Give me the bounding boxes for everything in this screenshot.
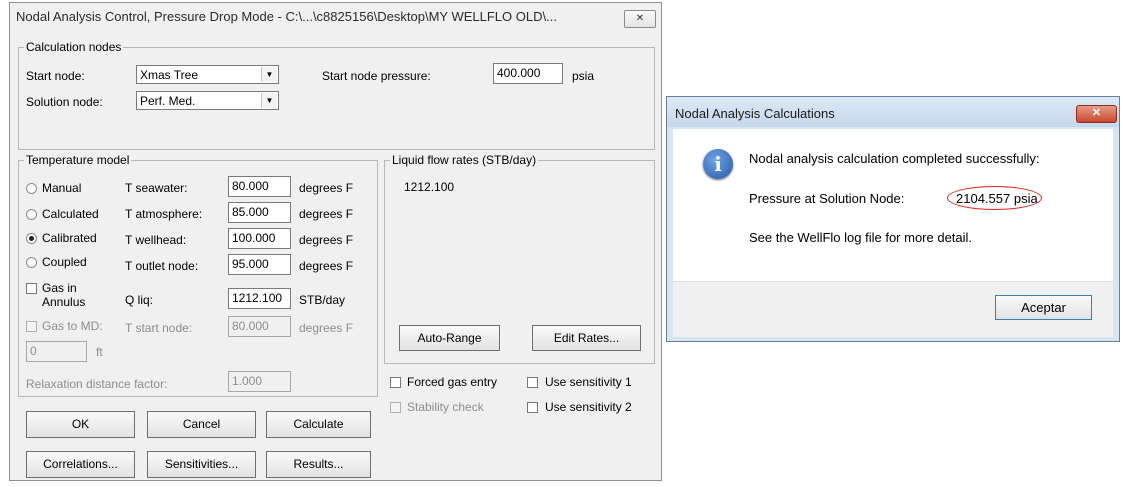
- radio-coupled-label: Coupled: [42, 255, 87, 269]
- close-button[interactable]: ✕: [624, 10, 656, 28]
- pressure-highlight-ellipse: [947, 186, 1042, 210]
- use-sensitivity-1-checkbox[interactable]: [527, 377, 538, 388]
- q-liq-input[interactable]: 1212.100: [228, 288, 291, 309]
- gas-to-md-input[interactable]: 0: [26, 341, 87, 362]
- q-liq-label: Q liq:: [125, 293, 154, 307]
- t-atmosphere-unit: degrees F: [299, 207, 354, 221]
- title-bar: Nodal Analysis Control, Pressure Drop Mo…: [10, 3, 661, 29]
- use-sensitivity-1-label: Use sensitivity 1: [545, 375, 632, 389]
- radio-calculated-label: Calculated: [42, 207, 99, 221]
- forced-gas-entry-checkbox[interactable]: [390, 377, 401, 388]
- gas-to-md-checkbox[interactable]: [26, 321, 37, 332]
- nodal-analysis-control-dialog: Nodal Analysis Control, Pressure Drop Mo…: [9, 2, 662, 481]
- start-node-label: Start node:: [26, 69, 85, 83]
- ok-button[interactable]: OK: [26, 411, 135, 438]
- chevron-down-icon: ▼: [261, 67, 277, 82]
- start-pressure-unit: psia: [572, 69, 595, 83]
- stability-check-label: Stability check: [407, 400, 484, 414]
- pressure-label: Pressure at Solution Node:: [749, 191, 905, 206]
- gas-in-annulus-checkbox[interactable]: [26, 283, 37, 294]
- cancel-button[interactable]: Cancel: [147, 411, 256, 438]
- calculate-button[interactable]: Calculate: [266, 411, 371, 438]
- gas-to-md-unit: ft: [96, 345, 103, 359]
- t-seawater-unit: degrees F: [299, 181, 354, 195]
- flow-rate-item[interactable]: 1212.100: [404, 180, 454, 194]
- button-bar: Aceptar: [673, 281, 1113, 337]
- t-outlet-node-input[interactable]: 95.000: [228, 254, 291, 275]
- t-atmosphere-input[interactable]: 85.000: [228, 202, 291, 223]
- solution-node-label: Solution node:: [26, 95, 103, 109]
- start-node-pressure-label: Start node pressure:: [322, 69, 431, 83]
- solution-node-select[interactable]: Perf. Med. ▼: [136, 91, 279, 110]
- calculation-nodes-label: Calculation nodes: [24, 40, 124, 54]
- completion-message: Nodal analysis calculation completed suc…: [749, 151, 1040, 166]
- relaxation-label: Relaxation distance factor:: [26, 377, 168, 391]
- t-outlet-node-unit: degrees F: [299, 259, 354, 273]
- t-start-node-label: T start node:: [125, 321, 193, 335]
- info-icon: i: [703, 149, 733, 179]
- use-sensitivity-2-checkbox[interactable]: [527, 402, 538, 413]
- t-start-node-unit: degrees F: [299, 321, 354, 335]
- radio-calibrated-label: Calibrated: [42, 231, 97, 245]
- t-outlet-node-label: T outlet node:: [125, 259, 199, 273]
- temperature-model-label: Temperature model: [24, 153, 132, 167]
- radio-manual-label: Manual: [42, 181, 82, 195]
- radio-manual[interactable]: [26, 183, 37, 194]
- stability-check-checkbox[interactable]: [390, 402, 401, 413]
- dialog-title: Nodal Analysis Calculations: [675, 106, 835, 121]
- start-node-pressure-input[interactable]: 400.000: [493, 63, 563, 84]
- t-wellhead-input[interactable]: 100.000: [228, 228, 291, 249]
- gas-to-md-label: Gas to MD:: [42, 319, 103, 333]
- nodal-analysis-calculations-dialog: Nodal Analysis Calculations ✕ i Nodal an…: [666, 96, 1120, 342]
- radio-coupled[interactable]: [26, 257, 37, 268]
- start-node-select[interactable]: Xmas Tree ▼: [136, 65, 279, 84]
- sensitivities-button[interactable]: Sensitivities...: [147, 451, 256, 478]
- correlations-button[interactable]: Correlations...: [26, 451, 135, 478]
- t-wellhead-label: T wellhead:: [125, 233, 187, 247]
- edit-rates-button[interactable]: Edit Rates...: [532, 325, 641, 351]
- relaxation-input[interactable]: 1.000: [228, 371, 291, 392]
- results-button[interactable]: Results...: [266, 451, 371, 478]
- dialog-title: Nodal Analysis Control, Pressure Drop Mo…: [16, 9, 557, 24]
- radio-calibrated[interactable]: [26, 233, 37, 244]
- t-seawater-input[interactable]: 80.000: [228, 176, 291, 197]
- auto-range-button[interactable]: Auto-Range: [399, 325, 500, 351]
- accept-button[interactable]: Aceptar: [995, 295, 1092, 320]
- liquid-flow-rates-label: Liquid flow rates (STB/day): [390, 153, 539, 167]
- close-button[interactable]: ✕: [1076, 105, 1117, 123]
- t-start-node-input[interactable]: 80.000: [228, 316, 291, 337]
- t-atmosphere-label: T atmosphere:: [125, 207, 203, 221]
- q-liq-unit: STB/day: [299, 293, 346, 307]
- message-area: i Nodal analysis calculation completed s…: [673, 129, 1113, 281]
- use-sensitivity-2-label: Use sensitivity 2: [545, 400, 632, 414]
- gas-in-annulus-label: Gas in Annulus: [42, 281, 86, 309]
- log-hint: See the WellFlo log file for more detail…: [749, 230, 973, 245]
- chevron-down-icon: ▼: [261, 93, 277, 108]
- t-seawater-label: T seawater:: [125, 181, 188, 195]
- radio-calculated[interactable]: [26, 209, 37, 220]
- forced-gas-entry-label: Forced gas entry: [407, 375, 498, 389]
- title-bar: Nodal Analysis Calculations ✕: [667, 97, 1119, 127]
- t-wellhead-unit: degrees F: [299, 233, 354, 247]
